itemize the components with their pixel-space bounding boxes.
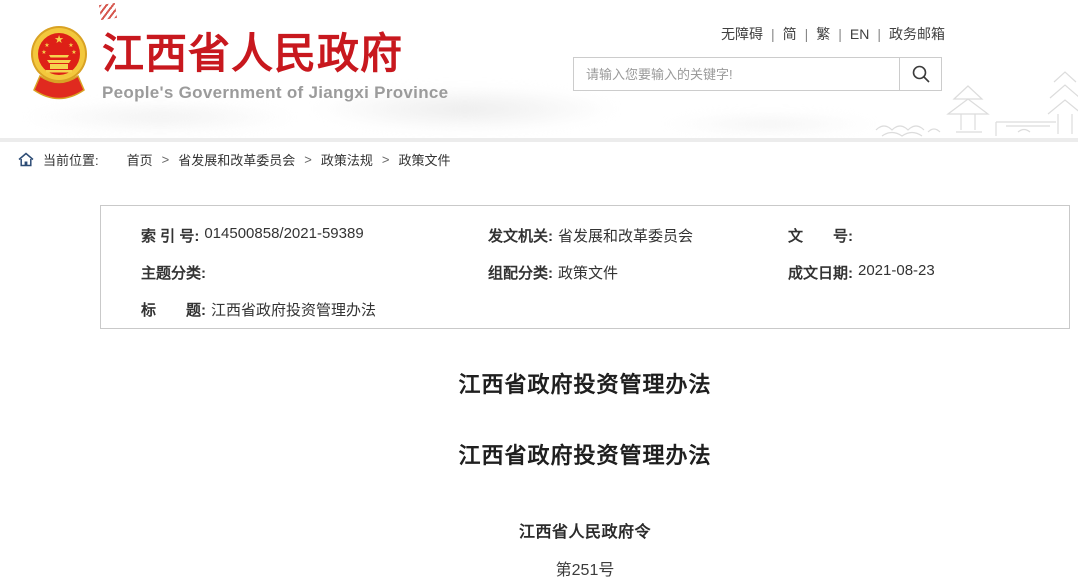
svg-text:★: ★ xyxy=(71,49,76,56)
meta-topic-category: 主题分类: xyxy=(141,262,488,283)
top-utility-links: 无障碍 | 简 | 繁 | EN | 政务邮箱 xyxy=(721,24,945,44)
meta-issuing-agency: 发文机关: 省发展和改革委员会 xyxy=(488,225,788,246)
breadcrumb-label: 当前位置: xyxy=(43,150,99,169)
breadcrumb-item-ndrc[interactable]: 省发展和改革委员会 xyxy=(178,150,295,169)
link-gov-mail[interactable]: 政务邮箱 xyxy=(889,24,945,44)
national-emblem-icon: ★ ★ ★ ★ ★ xyxy=(30,24,88,106)
breadcrumb-item-home[interactable]: 首页 xyxy=(127,150,153,169)
search-box xyxy=(573,57,942,91)
svg-text:★: ★ xyxy=(54,34,64,46)
breadcrumb-item-policy-docs[interactable]: 政策文件 xyxy=(398,150,450,169)
document-title: 江西省政府投资管理办法 xyxy=(100,367,1070,399)
site-header: ★ ★ ★ ★ ★ 江西省人民政府 People's Government of… xyxy=(0,0,1078,138)
site-subtitle: People's Government of Jiangxi Province xyxy=(102,83,448,103)
red-decor-fleck xyxy=(99,3,117,20)
search-button[interactable] xyxy=(899,58,941,90)
meta-index-number: 索 引 号: 014500858/2021-59389 xyxy=(141,225,488,246)
link-separator: | xyxy=(805,26,809,42)
meta-group-category: 组配分类: 政策文件 xyxy=(488,262,788,283)
svg-text:★: ★ xyxy=(44,42,49,49)
document-meta-table: 索 引 号: 014500858/2021-59389 发文机关: 省发展和改革… xyxy=(100,205,1070,329)
search-icon xyxy=(911,64,931,84)
meta-issue-date: 成文日期: 2021-08-23 xyxy=(788,262,1069,283)
link-simplified-chinese[interactable]: 简 xyxy=(783,24,797,44)
home-icon[interactable] xyxy=(18,152,34,167)
meta-doc-number: 文 号: xyxy=(788,225,1069,246)
search-input[interactable] xyxy=(574,58,899,90)
breadcrumb-separator: > xyxy=(382,152,390,167)
breadcrumb-separator: > xyxy=(162,152,170,167)
breadcrumb-item-policies[interactable]: 政策法规 xyxy=(321,150,373,169)
link-accessibility[interactable]: 无障碍 xyxy=(721,24,763,44)
link-separator: | xyxy=(877,26,881,42)
meta-row: 索 引 号: 014500858/2021-59389 发文机关: 省发展和改革… xyxy=(141,217,1069,254)
link-traditional-chinese[interactable]: 繁 xyxy=(816,24,830,44)
site-title: 江西省人民政府 xyxy=(102,32,448,76)
link-english[interactable]: EN xyxy=(850,26,869,42)
link-separator: | xyxy=(771,26,775,42)
decree-number: 第251号 xyxy=(100,556,1070,580)
link-separator: | xyxy=(838,26,842,42)
decree-issuer: 江西省人民政府令 xyxy=(100,518,1070,542)
meta-row: 主题分类: 组配分类: 政策文件 成文日期: 2021-08-23 xyxy=(141,254,1069,291)
svg-text:★: ★ xyxy=(68,42,73,49)
document-body-title: 江西省政府投资管理办法 xyxy=(100,438,1070,470)
breadcrumb-separator: > xyxy=(304,152,312,167)
breadcrumb: 当前位置: 首页 > 省发展和改革委员会 > 政策法规 > 政策文件 xyxy=(0,142,1078,176)
svg-text:★: ★ xyxy=(41,49,46,56)
meta-title: 标 题: 江西省政府投资管理办法 xyxy=(141,299,376,320)
mountain-mist-art xyxy=(660,112,880,136)
meta-row: 标 题: 江西省政府投资管理办法 xyxy=(141,291,1069,328)
site-logo[interactable]: ★ ★ ★ ★ ★ 江西省人民政府 People's Government of… xyxy=(30,24,448,106)
